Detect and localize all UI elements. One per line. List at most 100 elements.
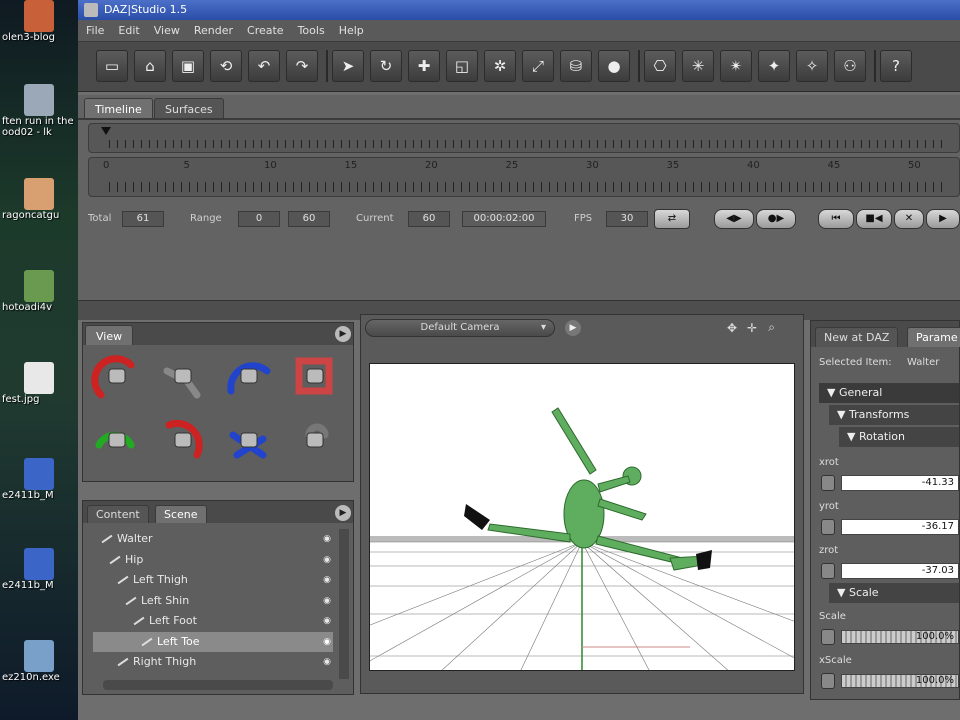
scene-tree-item[interactable]: Left Shin ◉ <box>93 591 333 611</box>
menu-edit[interactable]: Edit <box>110 20 145 37</box>
visibility-icon[interactable]: ◉ <box>323 632 331 652</box>
visibility-icon[interactable]: ◉ <box>323 570 331 590</box>
desktop-icon[interactable]: fest.jpg <box>0 362 78 405</box>
frame-track[interactable]: 0 5 10 15 20 25 30 35 40 45 50 <box>88 157 960 197</box>
tab-timeline[interactable]: Timeline <box>84 98 153 118</box>
step-back-button[interactable]: ■◀ <box>856 209 892 229</box>
figure-add-button[interactable]: ⚇ <box>834 50 866 82</box>
pan-icon[interactable]: ✛ <box>747 321 757 335</box>
tab-parameters[interactable]: Parame <box>907 327 960 347</box>
rotate-button[interactable]: ↻ <box>370 50 402 82</box>
visibility-icon[interactable]: ◉ <box>323 529 331 549</box>
scene-tree-item[interactable]: Walter ◉ <box>93 529 333 549</box>
scene-scrollbar[interactable] <box>339 529 349 679</box>
menu-file[interactable]: File <box>78 20 110 37</box>
camera-orbit-red-control[interactable] <box>91 351 143 403</box>
prev-key-button[interactable]: ◀▶ <box>714 209 754 229</box>
menu-view[interactable]: View <box>146 20 186 37</box>
current-field[interactable]: 60 <box>408 211 450 227</box>
section-scale[interactable]: ▼ Scale <box>829 583 959 603</box>
xrot-key-button[interactable] <box>821 475 835 491</box>
camera-translate-control[interactable] <box>223 415 275 467</box>
desktop-icon[interactable]: ragoncatgu <box>0 178 78 221</box>
translate-button[interactable]: ✚ <box>408 50 440 82</box>
visibility-icon[interactable]: ◉ <box>323 591 331 611</box>
scale-key-button[interactable] <box>821 629 835 645</box>
new-button[interactable]: ▭ <box>96 50 128 82</box>
desktop-icon[interactable]: e2411b_M <box>0 458 78 501</box>
save-button[interactable]: ▣ <box>172 50 204 82</box>
camera-reset-control[interactable] <box>289 415 341 467</box>
xscale-slider[interactable]: 100.0% <box>841 674 959 688</box>
scale-slider[interactable]: 100.0% <box>841 630 959 644</box>
help-button[interactable]: ? <box>880 50 912 82</box>
scene-hscrollbar[interactable] <box>103 680 333 690</box>
scene-tree-item[interactable]: Left Toe ◉ <box>93 631 333 652</box>
camera-orbit-blue-control[interactable] <box>223 351 275 403</box>
section-rotation[interactable]: ▼ Rotation <box>839 427 959 447</box>
fps-field[interactable]: 30 <box>606 211 648 227</box>
yrot-key-button[interactable] <box>821 519 835 535</box>
desktop-icon[interactable]: olen3-blog <box>0 0 78 43</box>
visibility-icon[interactable]: ◉ <box>323 550 331 570</box>
total-field[interactable]: 61 <box>122 211 164 227</box>
scene-tree-item[interactable]: Left Foot ◉ <box>93 611 333 631</box>
scale-button[interactable]: ◱ <box>446 50 478 82</box>
tab-scene[interactable]: Scene <box>155 505 207 523</box>
undo-button[interactable]: ↶ <box>248 50 280 82</box>
visibility-icon[interactable]: ◉ <box>323 652 331 672</box>
yrot-field[interactable]: -36.17 <box>841 519 959 535</box>
tab-surfaces[interactable]: Surfaces <box>154 98 224 118</box>
camera-rotate-green-control[interactable] <box>91 415 143 467</box>
range-marker[interactable] <box>101 127 111 135</box>
menu-render[interactable]: Render <box>186 20 239 37</box>
scene-tree-item[interactable]: Right Thigh ◉ <box>93 652 333 672</box>
desktop-icon[interactable]: hotoadi4v <box>0 270 78 313</box>
sphere-button[interactable]: ● <box>598 50 630 82</box>
light-add-button[interactable]: ✳ <box>682 50 714 82</box>
zrot-key-button[interactable] <box>821 563 835 579</box>
render-button[interactable]: ⛁ <box>560 50 592 82</box>
tab-content[interactable]: Content <box>87 505 149 523</box>
desktop-icon[interactable]: e2411b_M <box>0 548 78 591</box>
loop-button[interactable]: ⇄ <box>654 209 690 229</box>
menu-create[interactable]: Create <box>239 20 290 37</box>
select-button[interactable]: ➤ <box>332 50 364 82</box>
stop-button[interactable]: ✕ <box>894 209 924 229</box>
xscale-key-button[interactable] <box>821 673 835 689</box>
node-select-button[interactable]: ✲ <box>484 50 516 82</box>
range-track[interactable] <box>88 123 960 153</box>
section-general[interactable]: ▼ General <box>819 383 959 403</box>
menu-help[interactable]: Help <box>331 20 370 37</box>
visibility-icon[interactable]: ◉ <box>323 611 331 631</box>
zoom-icon[interactable]: ⌕ <box>768 320 775 335</box>
desktop-icon[interactable]: ez210n.exe <box>0 640 78 683</box>
play-button[interactable]: ▶ <box>926 209 960 229</box>
camera-roll-control[interactable] <box>157 351 209 403</box>
camera-menu-button[interactable]: ▶ <box>565 320 581 336</box>
xrot-field[interactable]: -41.33 <box>841 475 959 491</box>
figure-walter[interactable] <box>487 407 709 571</box>
spot-light-button[interactable]: ✴ <box>720 50 752 82</box>
add-key-button[interactable]: ●▶ <box>756 209 796 229</box>
tab-view[interactable]: View <box>85 325 134 345</box>
view-panel-menu-button[interactable]: ▶ <box>335 326 351 342</box>
camera-frame-control[interactable] <box>289 351 341 403</box>
camera-select[interactable]: Default Camera ▾ <box>365 319 555 337</box>
tab-new-at-daz[interactable]: New at DAZ <box>815 327 899 347</box>
section-transforms[interactable]: ▼ Transforms <box>829 405 959 425</box>
scene-tree-item[interactable]: Hip ◉ <box>93 550 333 570</box>
merge-button[interactable]: ⟲ <box>210 50 242 82</box>
rewind-button[interactable]: ⏮ <box>818 209 854 229</box>
redo-button[interactable]: ↷ <box>286 50 318 82</box>
zrot-field[interactable]: -37.03 <box>841 563 959 579</box>
point-light-button[interactable]: ✦ <box>758 50 790 82</box>
3d-viewport[interactable] <box>369 363 795 671</box>
range-start-field[interactable]: 0 <box>238 211 280 227</box>
orbit-icon[interactable]: ✥ <box>727 321 737 335</box>
scene-tree-item[interactable]: Left Thigh ◉ <box>93 570 333 590</box>
desktop-icon[interactable]: ften run in the ood02 - lk <box>0 84 78 138</box>
camera-add-button[interactable]: ⎔ <box>644 50 676 82</box>
bone-button[interactable]: ⤢ <box>522 50 554 82</box>
camera-tilt-control[interactable] <box>157 415 209 467</box>
